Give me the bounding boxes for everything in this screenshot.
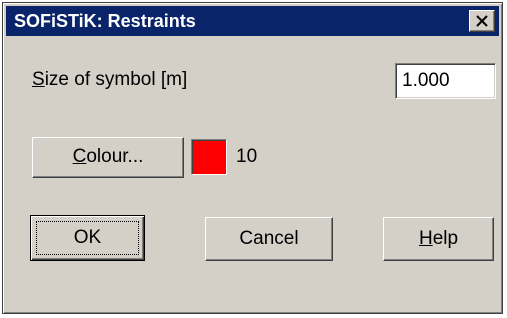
ok-focus-rect: OK	[36, 221, 139, 255]
help-button[interactable]: Help	[383, 217, 494, 261]
ok-button[interactable]: OK	[30, 215, 145, 261]
size-of-symbol-label: Size of symbol [m]	[32, 69, 187, 91]
colour-swatch	[191, 139, 227, 175]
size-of-symbol-input[interactable]: 1.000	[395, 63, 496, 99]
help-button-mnemonic: H	[418, 228, 433, 249]
colour-button[interactable]: Colour...	[32, 137, 184, 178]
size-label-mnemonic: S	[32, 69, 45, 90]
close-button[interactable]	[469, 10, 495, 32]
colour-index-value: 10	[236, 146, 258, 167]
help-button-label: elp	[432, 228, 459, 249]
size-label-text: ize of symbol [m]	[44, 69, 188, 90]
cancel-button[interactable]: Cancel	[205, 217, 333, 261]
colour-button-label: olour...	[86, 146, 144, 167]
colour-button-mnemonic: C	[72, 146, 87, 167]
title-bar[interactable]: SOFiSTiK: Restraints	[6, 6, 499, 36]
restraints-dialog: SOFiSTiK: Restraints Size of symbol [m] …	[2, 2, 503, 314]
close-icon	[476, 15, 488, 27]
cancel-button-label: Cancel	[239, 228, 299, 249]
ok-button-label: OK	[73, 227, 102, 248]
window-title: SOFiSTiK: Restraints	[14, 11, 196, 31]
